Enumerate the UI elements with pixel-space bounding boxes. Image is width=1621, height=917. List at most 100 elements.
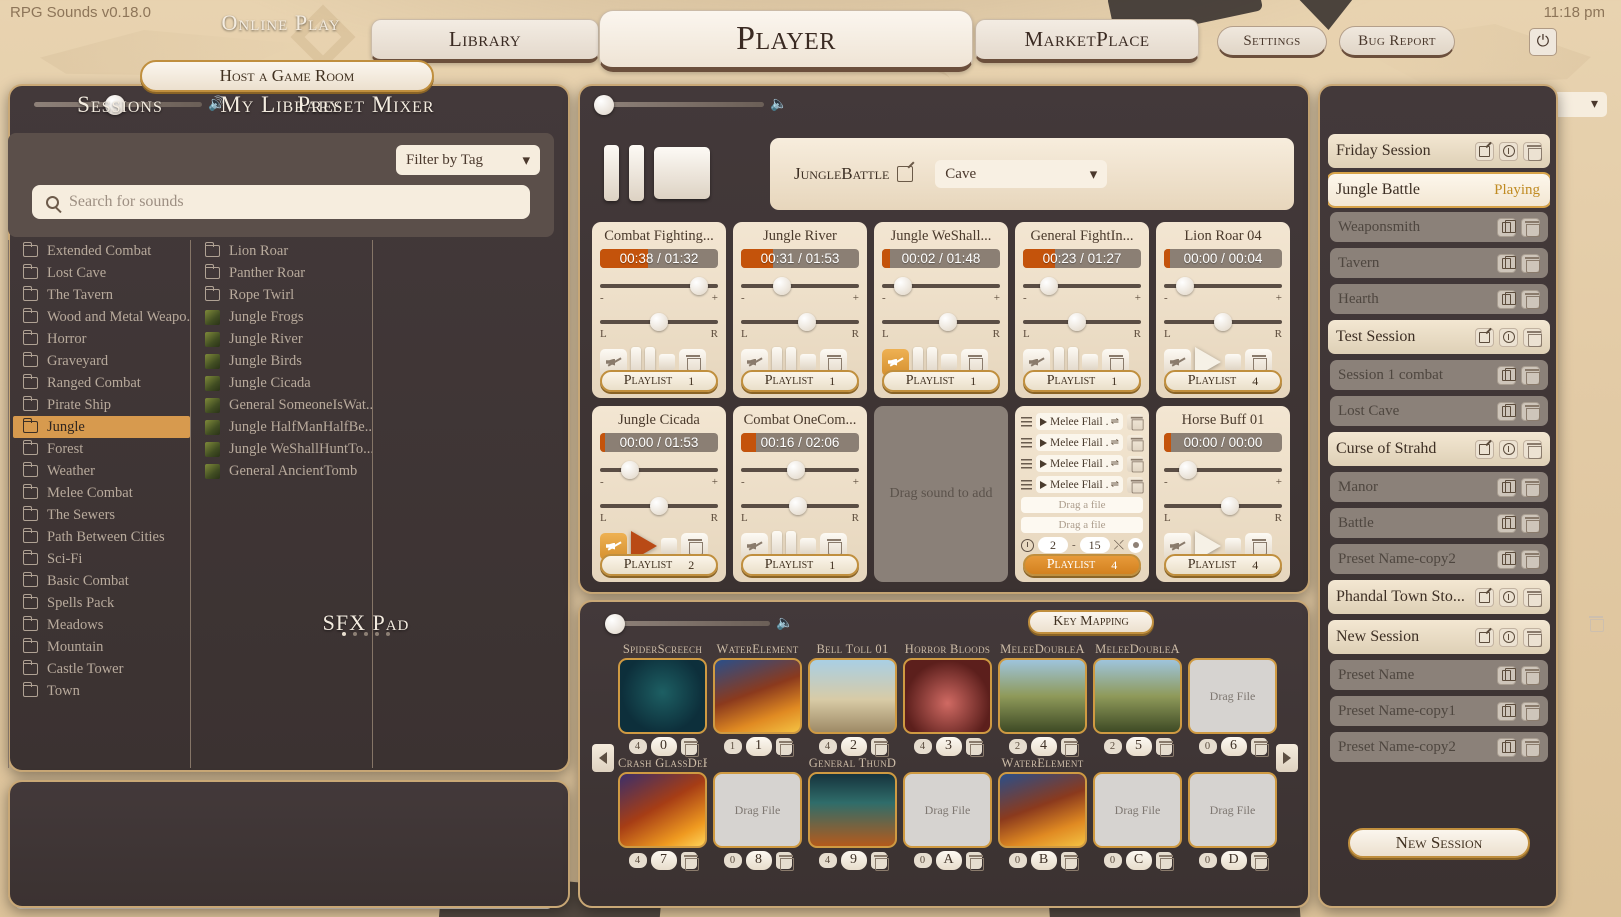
library-item-folder[interactable]: Jungle [13, 416, 190, 438]
sfx-pad-delete-button[interactable] [870, 851, 889, 871]
drag-handle-icon[interactable] [1021, 479, 1032, 490]
sfx-pad-keycap[interactable]: A [935, 850, 962, 870]
sfx-pad-count[interactable]: 0 [1008, 852, 1027, 868]
sfx-pad-count[interactable]: 0 [1103, 852, 1122, 868]
delete-preset-icon[interactable] [1521, 477, 1540, 497]
play-icon[interactable] [1040, 417, 1047, 426]
play-icon[interactable] [1040, 438, 1047, 447]
edit-session-icon[interactable] [1475, 439, 1494, 459]
record-icon[interactable] [1128, 537, 1144, 553]
sfx-pad-delete-button[interactable] [1155, 851, 1174, 871]
playlist-item-pill[interactable]: Melee Flail ...⇌ [1036, 476, 1123, 493]
mixer-empty-slot[interactable]: Drag sound to add [874, 406, 1008, 582]
delete-preset-icon[interactable] [1521, 701, 1540, 721]
playlist-item-pill[interactable]: Melee Flail ...⇌ [1036, 413, 1123, 430]
sfx-page-dots[interactable] [0, 632, 732, 636]
playlist-item-pill[interactable]: Melee Flail ...⇌ [1036, 455, 1123, 472]
playlist-button[interactable]: Playlist 1 [600, 370, 718, 392]
playlist-item[interactable]: Melee Flail ...⇌ [1021, 476, 1144, 494]
duplicate-preset-icon[interactable] [1497, 217, 1516, 237]
sfx-pad-delete-button[interactable] [870, 737, 889, 757]
strip-progress-bar[interactable]: 00:00 / 00:00 [1164, 433, 1282, 452]
duplicate-preset-icon[interactable] [1497, 401, 1516, 421]
playlist-button[interactable]: Playlist 1 [741, 554, 859, 576]
sfx-pad-button[interactable]: Drag File [1188, 772, 1277, 848]
session-row-child[interactable]: Preset Name [1330, 660, 1548, 690]
strip-volume-knob[interactable] [1176, 277, 1195, 295]
sfx-pad-button[interactable] [1093, 658, 1182, 734]
library-item-folder[interactable]: Forest [13, 438, 190, 460]
playlist-button[interactable]: Playlist 1 [1023, 370, 1141, 392]
strip-pan-slider[interactable] [1164, 313, 1282, 331]
sfx-pad-delete-button[interactable] [1060, 851, 1079, 871]
playlist-item[interactable]: Melee Flail ...⇌ [1021, 413, 1144, 431]
duplicate-preset-icon[interactable] [1497, 513, 1516, 533]
playlist-button[interactable]: Playlist 4 [1023, 554, 1141, 576]
sfx-pad-delete-button[interactable] [965, 737, 984, 757]
sfx-pad-count[interactable]: 2 [1103, 738, 1122, 754]
session-row-child[interactable]: Manor [1330, 472, 1548, 502]
library-item-folder[interactable]: The Tavern [13, 284, 190, 306]
session-row-head[interactable]: Phandal Town Sto... [1328, 580, 1550, 614]
sfx-page-dot[interactable] [353, 632, 357, 636]
session-row-head[interactable]: Curse of Strahd [1328, 432, 1550, 466]
strip-progress-bar[interactable]: 00:23 / 01:27 [1023, 249, 1141, 268]
session-row-child[interactable]: Preset Name-copy2 [1330, 544, 1548, 574]
delete-preset-icon[interactable] [1521, 665, 1540, 685]
library-item-folder[interactable]: Pirate Ship [13, 394, 190, 416]
library-item-folder[interactable]: Graveyard [13, 350, 190, 372]
strip-progress-bar[interactable]: 00:00 / 01:53 [600, 433, 718, 452]
strip-pan-knob[interactable] [788, 497, 807, 515]
stop-button[interactable] [800, 538, 816, 554]
edit-session-icon[interactable] [1475, 141, 1494, 161]
library-item-sound[interactable]: Jungle Birds [195, 350, 372, 372]
library-item-sound[interactable]: Jungle River [195, 328, 372, 350]
sfx-pad-keycap[interactable]: 5 [1125, 736, 1152, 756]
playlist-drag-slot[interactable]: Drag a file [1021, 517, 1143, 533]
sfx-pad-count[interactable]: 1 [723, 738, 742, 754]
delete-session-icon[interactable] [1523, 141, 1542, 161]
library-item-folder[interactable]: Melee Combat [13, 482, 190, 504]
strip-progress-bar[interactable]: 00:02 / 01:48 [882, 249, 1000, 268]
sfx-page-dot[interactable] [375, 632, 379, 636]
duplicate-preset-icon[interactable] [1497, 289, 1516, 309]
sfx-pad-count[interactable]: 0 [1198, 852, 1217, 868]
play-icon[interactable] [1040, 459, 1047, 468]
session-row-child[interactable]: Hearth [1330, 284, 1548, 314]
duplicate-preset-icon[interactable] [1497, 737, 1516, 757]
stop-button[interactable] [800, 354, 816, 370]
loop-icon[interactable]: ⇌ [1111, 479, 1119, 490]
sfx-pad-count[interactable]: 4 [628, 852, 647, 868]
strip-volume-knob[interactable] [620, 461, 639, 479]
download-session-icon[interactable] [1499, 587, 1518, 607]
sfx-pad-keycap[interactable]: 0 [650, 736, 677, 756]
key-mapping-button[interactable]: Key Mapping [1028, 610, 1154, 634]
edit-session-icon[interactable] [1475, 587, 1494, 607]
playlist-button[interactable]: Playlist 2 [600, 554, 718, 576]
session-row-head[interactable]: Friday Session [1328, 134, 1550, 168]
strip-pan-slider[interactable] [1023, 313, 1141, 331]
sfx-pad-keycap[interactable]: 9 [840, 850, 867, 870]
session-row-playing[interactable]: Jungle Battle Playing [1328, 174, 1550, 206]
sfx-pad-delete-button[interactable] [1155, 737, 1174, 757]
strip-pan-knob[interactable] [1221, 497, 1240, 515]
sfx-pad-button[interactable]: Drag File [1093, 772, 1182, 848]
duplicate-preset-icon[interactable] [1497, 701, 1516, 721]
strip-pan-knob[interactable] [1214, 313, 1232, 331]
delete-preset-icon[interactable] [1521, 289, 1540, 309]
sfx-pad-button[interactable] [998, 772, 1087, 848]
strip-pan-knob[interactable] [939, 313, 958, 331]
sfx-page-dot[interactable] [386, 632, 390, 636]
sfx-pad-delete-button[interactable] [1250, 737, 1269, 757]
delete-session-icon[interactable] [1523, 439, 1542, 459]
play-icon[interactable] [1040, 480, 1047, 489]
sfx-pad-button[interactable]: Drag File [1188, 658, 1277, 734]
strip-volume-slider[interactable] [741, 461, 859, 479]
strip-volume-knob[interactable] [690, 277, 709, 295]
sfx-pad-count[interactable]: 0 [723, 852, 742, 868]
filter-by-tag-select[interactable]: Filter by Tag ▾ [396, 145, 540, 175]
duplicate-preset-icon[interactable] [1497, 365, 1516, 385]
preset-select[interactable]: Cave ▾ [935, 160, 1108, 188]
strip-volume-slider[interactable] [1164, 461, 1282, 479]
delete-preset-icon[interactable] [1521, 513, 1540, 533]
